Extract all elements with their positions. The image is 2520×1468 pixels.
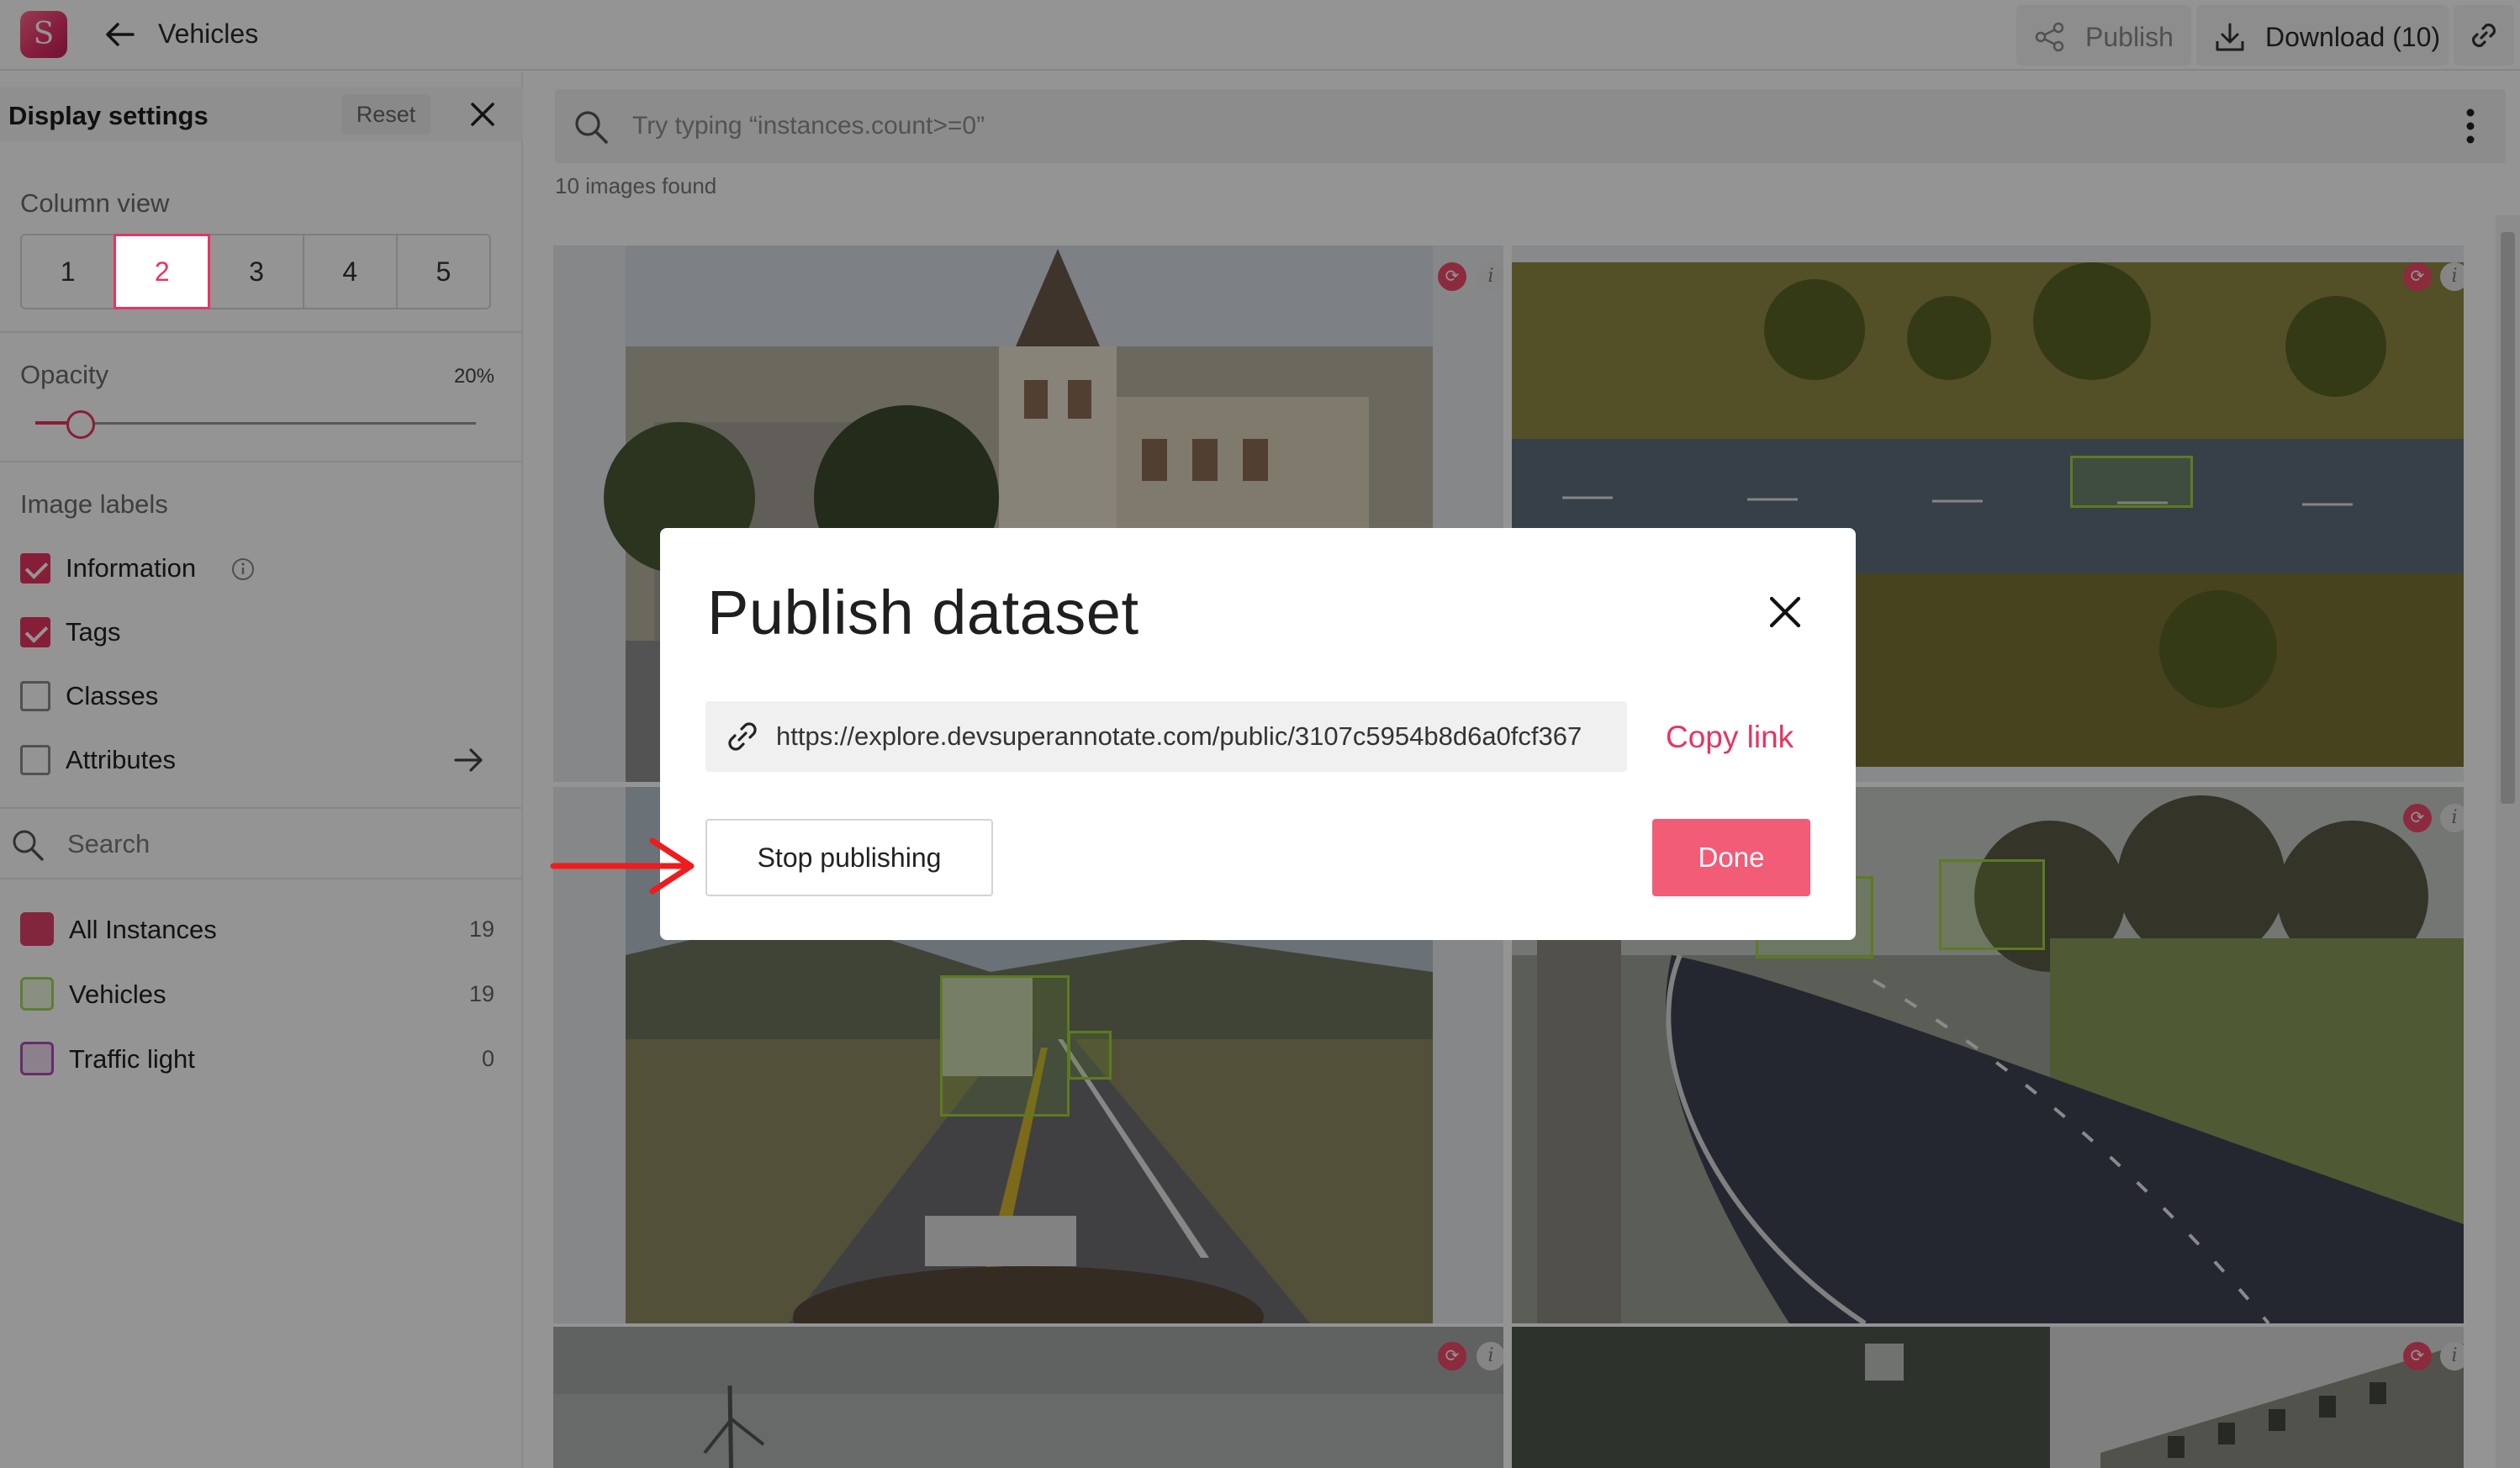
done-button[interactable]: Done <box>1652 819 1810 896</box>
close-icon[interactable] <box>1763 590 1807 634</box>
stop-publishing-button[interactable]: Stop publishing <box>705 819 993 896</box>
annotation-arrow-icon <box>550 837 695 895</box>
column-option-2[interactable]: 2 <box>114 234 211 309</box>
publish-dataset-dialog: Publish dataset https://explore.devsuper… <box>660 528 1856 940</box>
link-icon <box>728 722 757 751</box>
copy-link-button[interactable]: Copy link <box>1666 720 1794 755</box>
public-url-text[interactable]: https://explore.devsuperannotate.com/pub… <box>776 721 1609 752</box>
public-url-field[interactable]: https://explore.devsuperannotate.com/pub… <box>705 701 1627 772</box>
dialog-title: Publish dataset <box>707 578 1139 647</box>
